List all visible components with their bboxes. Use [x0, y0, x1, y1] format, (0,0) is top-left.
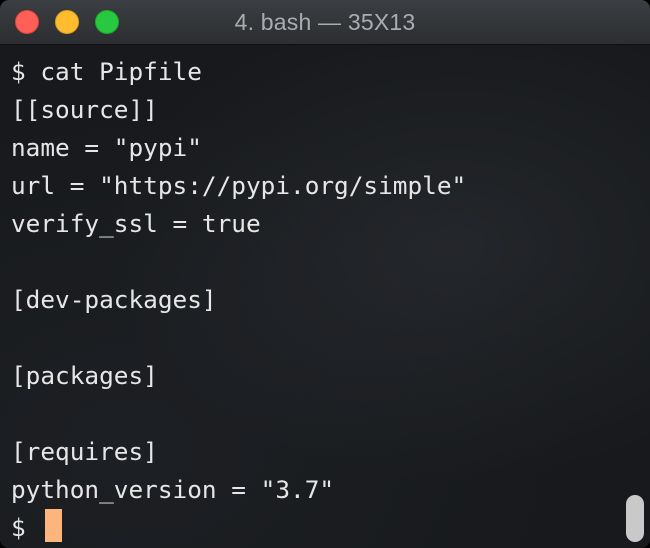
- output-line: $ cat Pipfile: [11, 57, 202, 86]
- scrollbar-thumb[interactable]: [626, 495, 644, 542]
- output-line: [requires]: [11, 437, 158, 466]
- output-line: verify_ssl = true: [11, 209, 261, 238]
- shell-prompt: $: [11, 513, 26, 542]
- output-lines: $ cat Pipfile [[source]] name = "pypi" u…: [11, 53, 466, 509]
- output-line: url = "https://pypi.org/simple": [11, 171, 467, 200]
- output-line: [11, 243, 466, 281]
- output-line: [dev-packages]: [11, 285, 217, 314]
- window-title: 4. bash — 35X13: [234, 9, 416, 35]
- output-line: [[source]]: [11, 95, 158, 124]
- terminal-output[interactable]: $ cat Pipfile [[source]] name = "pypi" u…: [0, 45, 650, 548]
- output-line: name = "pypi": [11, 133, 202, 162]
- output-line: [11, 319, 466, 357]
- output-line: [packages]: [11, 361, 158, 390]
- terminal-window: 4. bash — 35X13 $ cat Pipfile [[source]]…: [0, 0, 650, 548]
- text-cursor: [45, 509, 62, 542]
- output-line: python_version = "3.7": [11, 475, 335, 504]
- title-bar[interactable]: 4. bash — 35X13: [0, 0, 650, 45]
- output-line: [11, 395, 466, 433]
